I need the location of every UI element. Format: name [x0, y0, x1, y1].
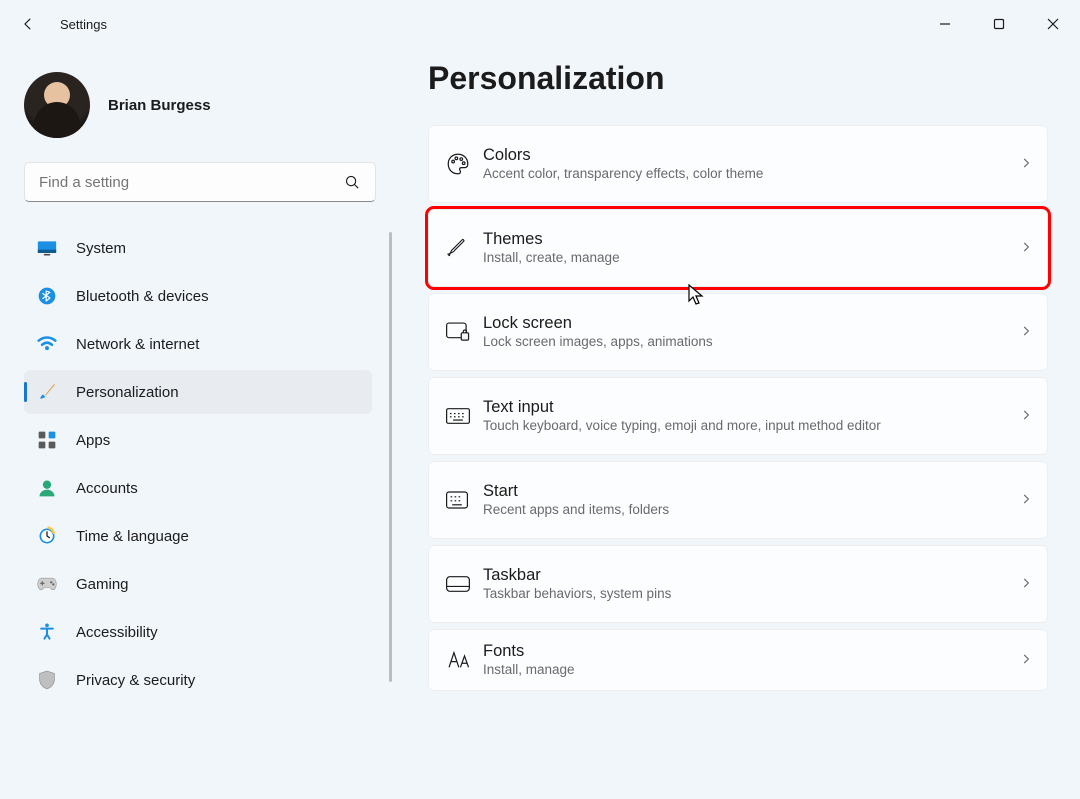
- maximize-icon: [993, 18, 1005, 30]
- sidebar-item-label: Accessibility: [76, 624, 158, 641]
- card-subtitle: Install, create, manage: [483, 249, 1019, 267]
- card-subtitle: Accent color, transparency effects, colo…: [483, 165, 1019, 183]
- card-title: Fonts: [483, 641, 1019, 662]
- avatar: [24, 72, 90, 138]
- card-taskbar[interactable]: Taskbar Taskbar behaviors, system pins: [428, 545, 1048, 623]
- brush-icon: [36, 381, 58, 403]
- sidebar-item-accounts[interactable]: Accounts: [24, 466, 372, 510]
- wifi-icon: [36, 333, 58, 355]
- window-controls: [918, 4, 1080, 44]
- chevron-right-icon: [1019, 408, 1033, 425]
- card-title: Themes: [483, 229, 1019, 250]
- apps-icon: [36, 429, 58, 451]
- sidebar: Brian Burgess System: [0, 48, 398, 799]
- settings-cards: Colors Accent color, transparency effect…: [428, 125, 1048, 691]
- card-title: Lock screen: [483, 313, 1019, 334]
- minimize-icon: [939, 18, 951, 30]
- start-icon: [445, 490, 483, 510]
- card-subtitle: Taskbar behaviors, system pins: [483, 585, 1019, 603]
- close-icon: [1047, 18, 1059, 30]
- nav: System Bluetooth & devices Network & int…: [24, 226, 398, 702]
- card-fonts[interactable]: Fonts Install, manage: [428, 629, 1048, 691]
- card-colors[interactable]: Colors Accent color, transparency effect…: [428, 125, 1048, 203]
- card-title: Taskbar: [483, 565, 1019, 586]
- body: Brian Burgess System: [0, 48, 1080, 799]
- sidebar-item-bluetooth[interactable]: Bluetooth & devices: [24, 274, 372, 318]
- card-start[interactable]: Start Recent apps and items, folders: [428, 461, 1048, 539]
- sidebar-item-apps[interactable]: Apps: [24, 418, 372, 462]
- main: Personalization Colors Accent color, tra…: [398, 48, 1080, 799]
- sidebar-item-label: Apps: [76, 432, 110, 449]
- maximize-button[interactable]: [972, 4, 1026, 44]
- card-title: Start: [483, 481, 1019, 502]
- card-title: Colors: [483, 145, 1019, 166]
- sidebar-item-gaming[interactable]: Gaming: [24, 562, 372, 606]
- chevron-right-icon: [1019, 652, 1033, 669]
- card-subtitle: Touch keyboard, voice typing, emoji and …: [483, 417, 1019, 435]
- chevron-right-icon: [1019, 156, 1033, 173]
- system-icon: [36, 237, 58, 259]
- chevron-right-icon: [1019, 576, 1033, 593]
- card-subtitle: Lock screen images, apps, animations: [483, 333, 1019, 351]
- search-icon: [335, 165, 369, 199]
- card-lock-screen[interactable]: Lock screen Lock screen images, apps, an…: [428, 293, 1048, 371]
- sidebar-item-accessibility[interactable]: Accessibility: [24, 610, 372, 654]
- sidebar-item-label: Privacy & security: [76, 672, 195, 689]
- sidebar-item-time-language[interactable]: Time & language: [24, 514, 372, 558]
- back-button[interactable]: [8, 4, 48, 44]
- sidebar-item-label: Time & language: [76, 528, 189, 545]
- sidebar-item-personalization[interactable]: Personalization: [24, 370, 372, 414]
- time-icon: [36, 525, 58, 547]
- chevron-right-icon: [1019, 324, 1033, 341]
- app-title: Settings: [60, 17, 107, 32]
- sidebar-item-label: Bluetooth & devices: [76, 288, 209, 305]
- bluetooth-icon: [36, 285, 58, 307]
- chevron-right-icon: [1019, 492, 1033, 509]
- card-subtitle: Install, manage: [483, 661, 1019, 679]
- titlebar: Settings: [0, 0, 1080, 48]
- accessibility-icon: [36, 621, 58, 643]
- card-subtitle: Recent apps and items, folders: [483, 501, 1019, 519]
- back-icon: [19, 15, 37, 33]
- gaming-icon: [36, 573, 58, 595]
- palette-icon: [445, 151, 483, 177]
- card-title: Text input: [483, 397, 1019, 418]
- close-button[interactable]: [1026, 4, 1080, 44]
- page-title: Personalization: [428, 60, 1048, 97]
- user-block[interactable]: Brian Burgess: [24, 66, 398, 144]
- lock-screen-icon: [445, 321, 483, 343]
- search-box[interactable]: [24, 162, 376, 202]
- minimize-button[interactable]: [918, 4, 972, 44]
- pen-icon: [445, 236, 483, 260]
- chevron-right-icon: [1019, 240, 1033, 257]
- sidebar-item-label: Personalization: [76, 384, 179, 401]
- shield-icon: [36, 669, 58, 691]
- sidebar-item-label: System: [76, 240, 126, 257]
- sidebar-item-system[interactable]: System: [24, 226, 372, 270]
- taskbar-icon: [445, 575, 483, 593]
- sidebar-item-label: Accounts: [76, 480, 138, 497]
- user-name: Brian Burgess: [108, 97, 211, 114]
- sidebar-item-label: Network & internet: [76, 336, 199, 353]
- card-text-input[interactable]: Text input Touch keyboard, voice typing,…: [428, 377, 1048, 455]
- settings-window: Settings Brian Burgess: [0, 0, 1080, 799]
- sidebar-item-label: Gaming: [76, 576, 129, 593]
- sidebar-item-network[interactable]: Network & internet: [24, 322, 372, 366]
- fonts-icon: [445, 649, 483, 671]
- sidebar-item-privacy[interactable]: Privacy & security: [24, 658, 372, 702]
- card-themes[interactable]: Themes Install, create, manage: [428, 209, 1048, 287]
- keyboard-icon: [445, 407, 483, 425]
- sidebar-scrollbar[interactable]: [389, 232, 392, 682]
- account-icon: [36, 477, 58, 499]
- search-input[interactable]: [39, 174, 335, 191]
